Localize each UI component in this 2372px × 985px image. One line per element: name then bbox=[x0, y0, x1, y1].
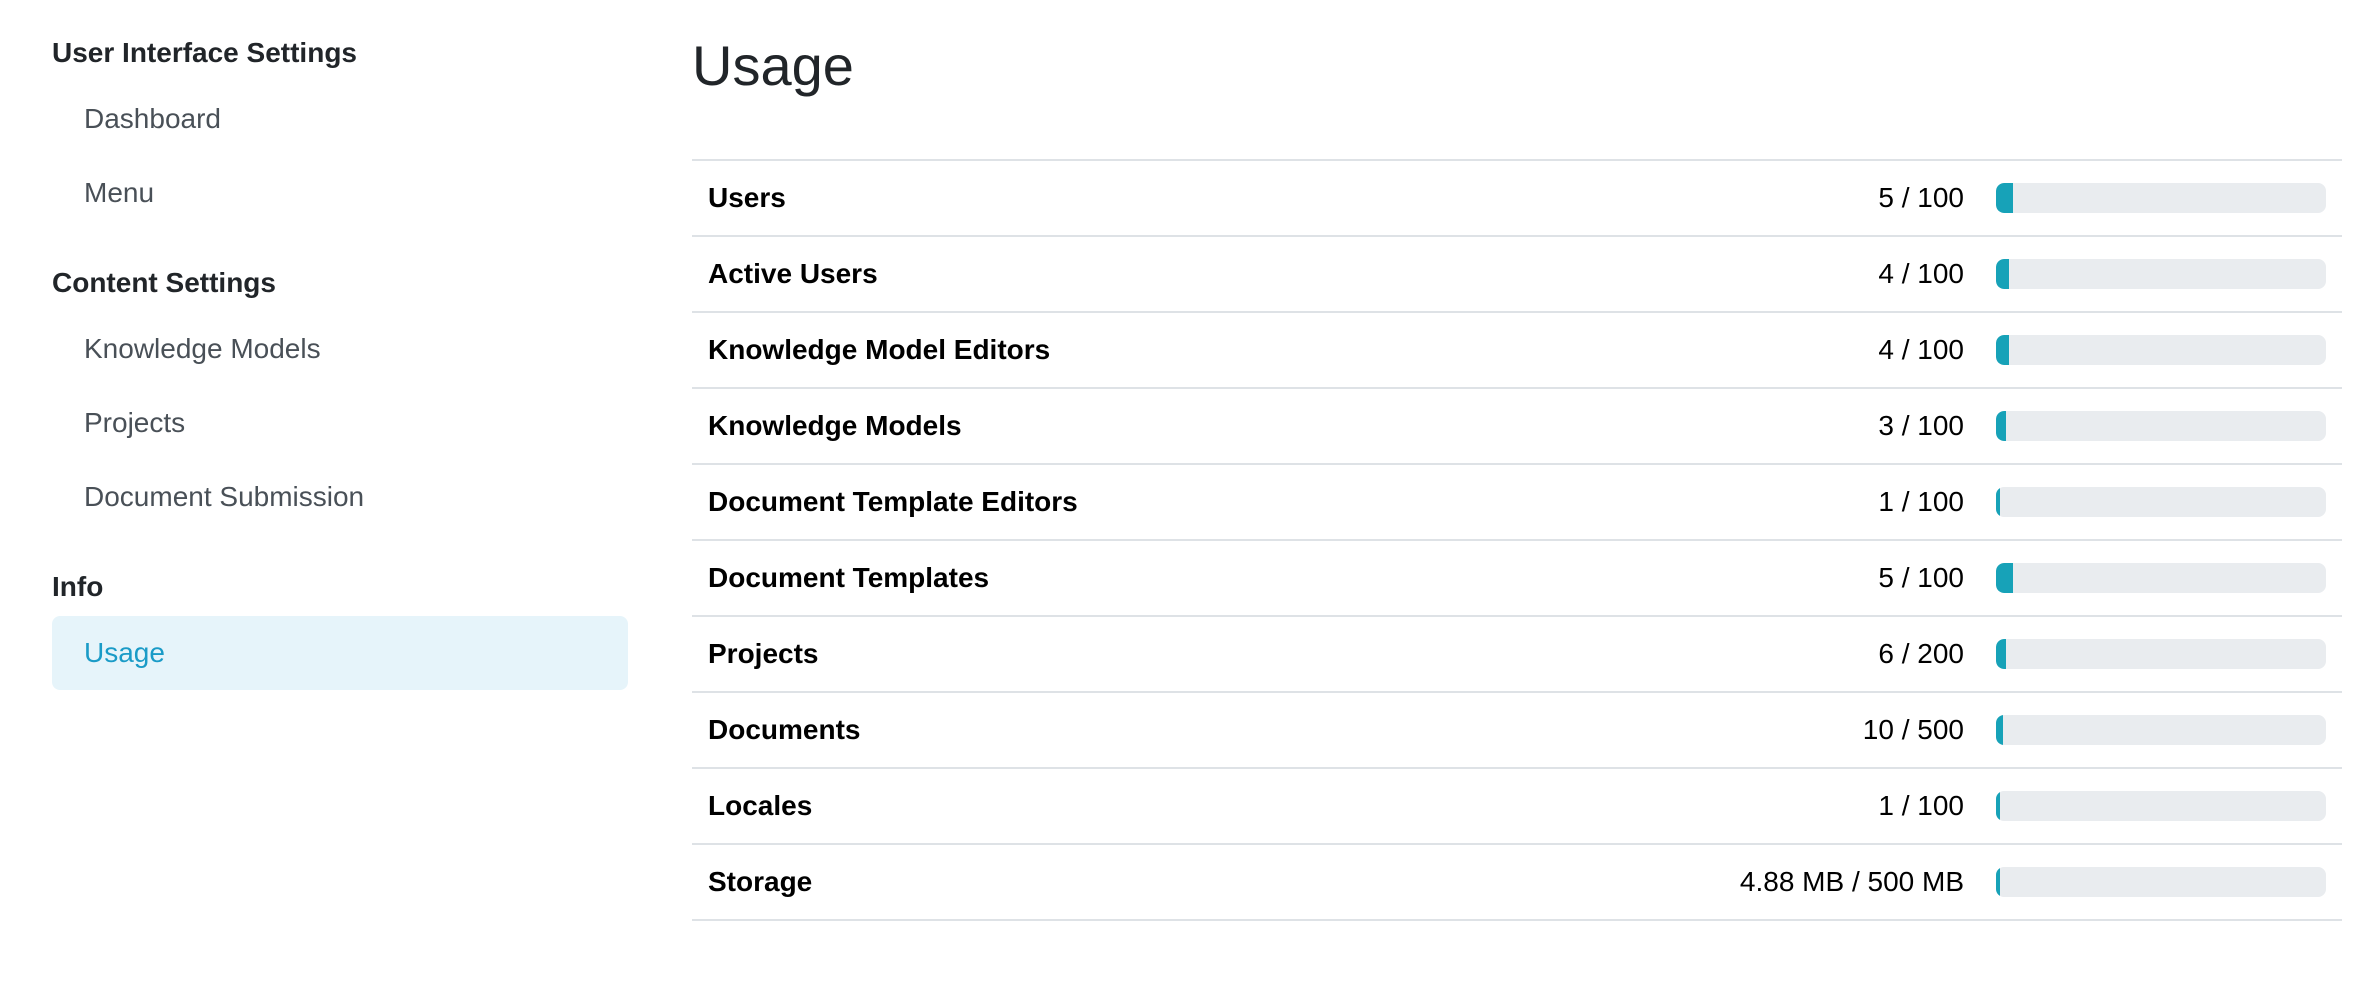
usage-value: 5 / 100 bbox=[1878, 182, 1964, 213]
progress-bar-fill bbox=[1996, 335, 2010, 365]
usage-progress-cell bbox=[1996, 639, 2342, 669]
sidebar-item-dashboard[interactable]: Dashboard bbox=[52, 82, 628, 156]
table-row: Users 5 / 100 bbox=[692, 161, 2342, 237]
usage-label: Active Users bbox=[708, 258, 878, 289]
usage-progress-cell bbox=[1996, 487, 2342, 517]
sidebar: User Interface Settings Dashboard Menu C… bbox=[52, 30, 628, 690]
sidebar-section-content: Content Settings Knowledge Models Projec… bbox=[52, 260, 628, 534]
usage-value: 3 / 100 bbox=[1878, 410, 1964, 441]
progress-bar-fill bbox=[1996, 487, 2000, 517]
progress-bar-fill bbox=[1996, 715, 2003, 745]
usage-label: Locales bbox=[708, 790, 813, 821]
sidebar-item-menu[interactable]: Menu bbox=[52, 156, 628, 230]
usage-label: Knowledge Model Editors bbox=[708, 334, 1051, 365]
table-row: Document Templates 5 / 100 bbox=[692, 541, 2342, 617]
progress-bar bbox=[1996, 791, 2326, 821]
progress-bar-fill bbox=[1996, 867, 2000, 897]
usage-progress-cell bbox=[1996, 867, 2342, 897]
usage-value: 1 / 100 bbox=[1878, 486, 1964, 517]
usage-label: Documents bbox=[708, 714, 861, 745]
sidebar-heading: Content Settings bbox=[52, 267, 276, 298]
page-title: Usage bbox=[692, 34, 854, 97]
table-row: Storage 4.88 MB / 500 MB bbox=[692, 845, 2342, 921]
usage-value: 10 / 500 bbox=[1862, 714, 1964, 745]
table-row: Knowledge Model Editors 4 / 100 bbox=[692, 313, 2342, 389]
table-row: Document Template Editors 1 / 100 bbox=[692, 465, 2342, 541]
usage-label: Storage bbox=[708, 866, 813, 897]
table-row: Knowledge Models 3 / 100 bbox=[692, 389, 2342, 465]
table-row: Documents 10 / 500 bbox=[692, 693, 2342, 769]
usage-table: Users 5 / 100 Active Users 4 / 100 Knowledge… bbox=[692, 159, 2342, 921]
usage-progress-cell bbox=[1996, 183, 2342, 213]
usage-label: Users bbox=[708, 182, 786, 213]
progress-bar-fill bbox=[1996, 639, 2006, 669]
usage-value: 5 / 100 bbox=[1878, 562, 1964, 593]
usage-label: Knowledge Models bbox=[708, 410, 962, 441]
sidebar-heading: Info bbox=[52, 571, 104, 602]
sidebar-item-projects[interactable]: Projects bbox=[52, 386, 628, 460]
usage-value: 6 / 200 bbox=[1878, 638, 1964, 669]
usage-progress-cell bbox=[1996, 715, 2342, 745]
usage-progress-cell bbox=[1996, 563, 2342, 593]
progress-bar-fill bbox=[1996, 563, 2013, 593]
progress-bar bbox=[1996, 715, 2326, 745]
usage-label: Document Templates bbox=[708, 562, 990, 593]
progress-bar-fill bbox=[1996, 791, 2000, 821]
usage-value: 4.88 MB / 500 MB bbox=[1739, 866, 1964, 897]
sidebar-heading: User Interface Settings bbox=[52, 37, 357, 68]
usage-value: 4 / 100 bbox=[1878, 334, 1964, 365]
table-row: Projects 6 / 200 bbox=[692, 617, 2342, 693]
sidebar-item-document-submission[interactable]: Document Submission bbox=[52, 460, 628, 534]
table-row: Active Users 4 / 100 bbox=[692, 237, 2342, 313]
progress-bar-fill bbox=[1996, 259, 2010, 289]
progress-bar bbox=[1996, 183, 2326, 213]
progress-bar bbox=[1996, 411, 2326, 441]
progress-bar-fill bbox=[1996, 411, 2006, 441]
usage-label: Projects bbox=[708, 638, 819, 669]
sidebar-item-knowledge-models[interactable]: Knowledge Models bbox=[52, 312, 628, 386]
progress-bar bbox=[1996, 259, 2326, 289]
usage-progress-cell bbox=[1996, 791, 2342, 821]
table-row: Locales 1 / 100 bbox=[692, 769, 2342, 845]
usage-value: 4 / 100 bbox=[1878, 258, 1964, 289]
usage-progress-cell bbox=[1996, 335, 2342, 365]
usage-label: Document Template Editors bbox=[708, 486, 1078, 517]
progress-bar-fill bbox=[1996, 183, 2013, 213]
sidebar-item-usage[interactable]: Usage bbox=[52, 616, 628, 690]
progress-bar bbox=[1996, 639, 2326, 669]
page: User Interface Settings Dashboard Menu C… bbox=[0, 0, 2372, 985]
progress-bar bbox=[1996, 335, 2326, 365]
usage-progress-cell bbox=[1996, 259, 2342, 289]
sidebar-section-ui: User Interface Settings Dashboard Menu bbox=[52, 30, 628, 230]
progress-bar bbox=[1996, 867, 2326, 897]
progress-bar bbox=[1996, 487, 2326, 517]
usage-value: 1 / 100 bbox=[1878, 790, 1964, 821]
progress-bar bbox=[1996, 563, 2326, 593]
usage-progress-cell bbox=[1996, 411, 2342, 441]
sidebar-section-info: Info Usage bbox=[52, 564, 628, 690]
